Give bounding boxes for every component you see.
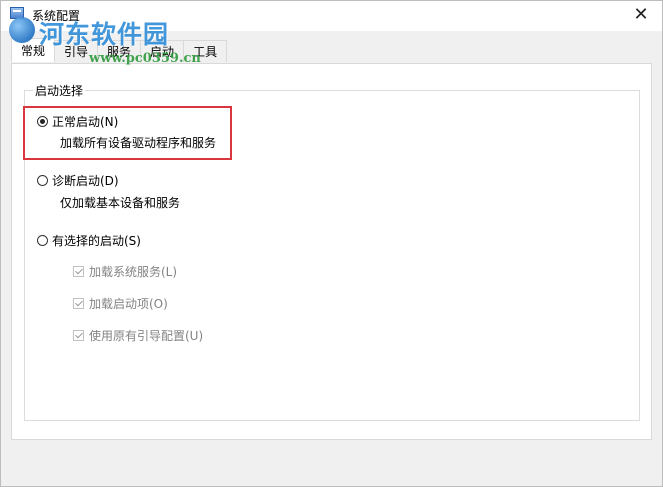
use-original-boot-config-checkbox[interactable]: 使用原有引导配置(U)	[73, 327, 203, 344]
selective-startup-radio[interactable]: 有选择的启动(S)	[37, 232, 141, 249]
system-config-window: 系统配置 ✕ 常规 引导 服务 启动 工具 启动选择 正常启动(N) 加载所有设…	[0, 0, 663, 487]
title-bar[interactable]: 系统配置 ✕	[1, 1, 662, 31]
load-system-services-checkbox[interactable]: 加载系统服务(L)	[73, 263, 177, 280]
checkbox-label: 使用原有引导配置(U)	[89, 329, 204, 343]
radio-label: 正常启动(N)	[52, 115, 119, 129]
tab-startup[interactable]: 启动	[140, 40, 185, 62]
radio-icon	[37, 235, 48, 246]
tab-strip: 常规 引导 服务 启动 工具	[11, 38, 228, 63]
tab-boot[interactable]: 引导	[54, 40, 99, 62]
window-title: 系统配置	[32, 9, 81, 23]
close-button[interactable]: ✕	[626, 3, 656, 25]
checkbox-label: 加载系统服务(L)	[89, 265, 178, 279]
diagnostic-startup-radio[interactable]: 诊断启动(D)	[37, 172, 119, 189]
radio-label: 有选择的启动(S)	[52, 234, 141, 248]
checkbox-icon	[73, 298, 84, 309]
radio-icon	[37, 116, 48, 127]
normal-startup-radio[interactable]: 正常启动(N)	[37, 113, 118, 130]
checkbox-label: 加载启动项(O)	[89, 297, 168, 311]
tab-general[interactable]: 常规	[11, 38, 56, 62]
diagnostic-startup-desc: 仅加载基本设备和服务	[60, 196, 181, 210]
app-icon	[10, 7, 24, 19]
tab-tools[interactable]: 工具	[183, 40, 228, 62]
normal-startup-desc: 加载所有设备驱动程序和服务	[60, 136, 217, 150]
group-title: 启动选择	[33, 82, 86, 99]
load-startup-items-checkbox[interactable]: 加载启动项(O)	[73, 295, 168, 312]
radio-label: 诊断启动(D)	[52, 174, 119, 188]
radio-icon	[37, 175, 48, 186]
tab-services[interactable]: 服务	[97, 40, 142, 62]
checkbox-icon	[73, 266, 84, 277]
checkbox-icon	[73, 330, 84, 341]
